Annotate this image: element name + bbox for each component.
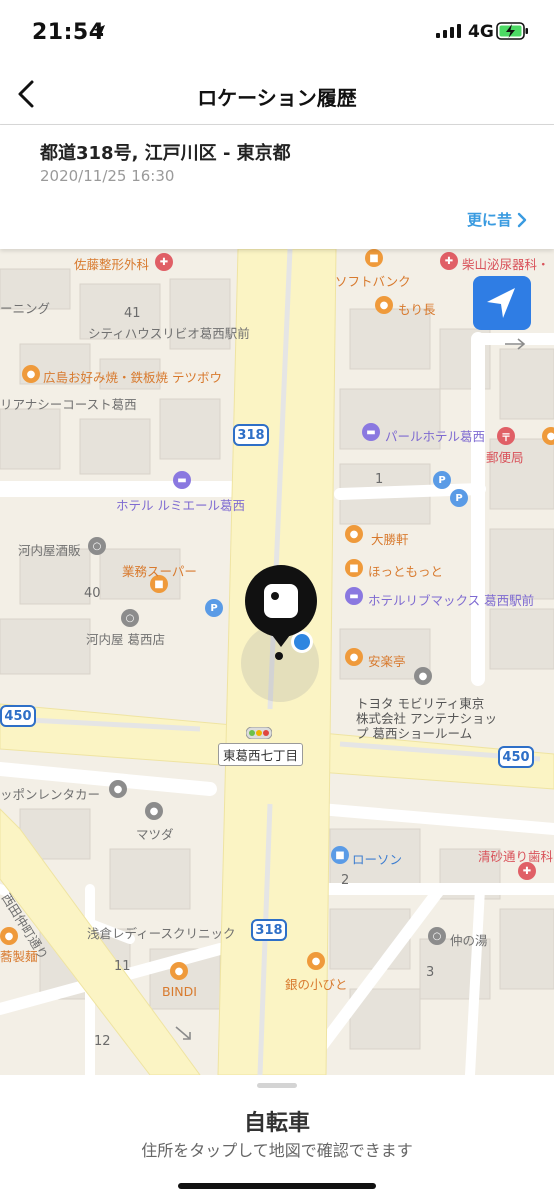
parking-icon[interactable]: P	[433, 471, 451, 489]
restaurant-icon[interactable]: ●	[345, 648, 363, 666]
clinic-icon[interactable]: ✚	[155, 253, 173, 271]
home-indicator[interactable]	[178, 1183, 376, 1189]
poi-label[interactable]: ーニング	[0, 298, 50, 317]
poi-label[interactable]: 河内屋 葛西店	[86, 629, 165, 648]
store-icon[interactable]: ○	[88, 537, 106, 555]
poi-label[interactable]: もり長	[398, 299, 436, 318]
poi-label[interactable]: マツダ	[136, 824, 174, 843]
block-number: 41	[124, 306, 141, 321]
poi-label[interactable]: 安楽亭	[368, 651, 406, 670]
parking-icon[interactable]: P	[205, 599, 223, 617]
sheet-hint: 住所をタップして地図で確認できます	[141, 1141, 413, 1160]
block-number: 2	[341, 873, 350, 888]
route-318-shield: 318	[251, 919, 287, 941]
poi-label[interactable]: 仲の湯	[450, 930, 488, 949]
poi-label[interactable]: 清砂通り歯科	[478, 846, 553, 865]
bottom-sheet[interactable]: 自転車 住所をタップして地図で確認できます	[0, 1075, 554, 1200]
poi-label[interactable]: 郵便局	[486, 447, 524, 466]
bento-icon[interactable]: ■	[345, 559, 363, 577]
poi-label[interactable]: 銀の小びと	[285, 974, 348, 993]
block-number: 12	[94, 1034, 111, 1049]
location-address[interactable]: 都道318号, 江戸川区 - 東京都	[40, 139, 291, 165]
recenter-button[interactable]	[473, 276, 531, 330]
poi-label[interactable]: 業務スーパー	[122, 561, 197, 580]
route-318-shield: 318	[233, 424, 269, 446]
intersection-label: 東葛西七丁目	[218, 743, 304, 766]
poi-label[interactable]: リアナシーコースト葛西	[0, 394, 137, 413]
poi-label[interactable]: シティハウスリビオ葛西駅前	[88, 323, 250, 342]
status-bar: 21:54 4G	[0, 0, 554, 64]
poi-label[interactable]: 大勝軒	[371, 529, 409, 548]
navigation-bar: ロケーション履歴	[0, 64, 554, 125]
traffic-light-icon	[246, 727, 272, 739]
poi-label[interactable]: 浅倉レディースクリニック	[87, 923, 236, 942]
restaurant-icon[interactable]: ●	[22, 365, 40, 383]
shop-icon[interactable]: ●	[542, 427, 554, 445]
bathhouse-icon[interactable]: ○	[428, 927, 446, 945]
convenience-store-icon[interactable]: ■	[331, 846, 349, 864]
car-dealer-icon[interactable]: ●	[414, 667, 432, 685]
chevron-right-icon	[517, 212, 527, 227]
poi-label[interactable]: 柴山泌尿器科・	[462, 254, 550, 273]
hotel-icon[interactable]: ▬	[173, 471, 191, 489]
navigation-arrow-icon	[487, 288, 515, 318]
poi-label[interactable]: ほっともっと	[368, 561, 443, 580]
shop-icon[interactable]: ■	[365, 249, 383, 267]
store-icon[interactable]: ○	[121, 609, 139, 627]
route-450-shield: 450	[0, 705, 36, 727]
network-type: 4G	[468, 22, 494, 42]
poi-label[interactable]: プ 葛西ショールーム	[356, 723, 472, 742]
poi-label[interactable]: パールホテル葛西	[385, 426, 485, 445]
hotel-icon[interactable]: ▬	[362, 423, 380, 441]
poi-label[interactable]: ソフトバンク	[335, 271, 411, 290]
older-history-label: 更に昔	[466, 211, 512, 229]
parking-icon[interactable]: P	[450, 489, 468, 507]
restaurant-icon[interactable]: ●	[0, 927, 18, 945]
location-arrow-icon	[93, 25, 105, 37]
battery-charging-icon	[496, 22, 528, 40]
restaurant-icon[interactable]: ●	[170, 962, 188, 980]
location-card[interactable]: 都道318号, 江戸川区 - 東京都 2020/11/25 16:30 更に昔	[0, 125, 554, 249]
restaurant-icon[interactable]: ●	[345, 525, 363, 543]
block-number: 3	[426, 965, 435, 980]
clinic-icon[interactable]: ✚	[440, 252, 458, 270]
poi-label[interactable]: ホテルリブマックス 葛西駅前	[368, 590, 534, 609]
hotel-icon[interactable]: ▬	[345, 587, 363, 605]
route-450-shield: 450	[498, 746, 534, 768]
signal-icon	[436, 24, 461, 38]
poi-label[interactable]: ホテル ルミエール葛西	[116, 495, 245, 514]
sheet-grabber[interactable]	[257, 1083, 297, 1088]
car-rental-icon[interactable]: ●	[109, 780, 127, 798]
location-datetime: 2020/11/25 16:30	[40, 167, 175, 185]
poi-label[interactable]: 広島お好み焼・鉄板焼 テツボウ	[43, 367, 222, 386]
restaurant-icon[interactable]: ●	[307, 952, 325, 970]
block-number: 11	[114, 959, 131, 974]
poi-label[interactable]: 蕎製麺	[0, 946, 38, 965]
poi-label[interactable]: BINDI	[162, 984, 197, 999]
post-office-icon[interactable]: 〒	[497, 427, 515, 445]
vehicle-location-pin-icon[interactable]	[243, 565, 319, 661]
poi-label[interactable]: ローソン	[352, 849, 402, 868]
map-view[interactable]: ✚ ■ ✚ ● ● ▬ 〒 ● ▬ P P ● ○ ■ ■ ▬ P ○ ● ● …	[0, 249, 554, 1075]
shop-icon[interactable]: ●	[375, 296, 393, 314]
poi-label[interactable]: 佐藤整形外科	[74, 254, 149, 273]
page-title: ロケーション履歴	[197, 86, 357, 110]
poi-label[interactable]: ッポンレンタカー	[0, 784, 100, 803]
block-number: 1	[375, 472, 384, 487]
older-history-button[interactable]: 更に昔	[467, 209, 528, 230]
block-number: 40	[84, 586, 101, 601]
poi-label[interactable]: 河内屋酒販	[18, 540, 81, 559]
car-dealer-icon[interactable]: ●	[145, 802, 163, 820]
vehicle-type: 自転車	[243, 1111, 310, 1136]
